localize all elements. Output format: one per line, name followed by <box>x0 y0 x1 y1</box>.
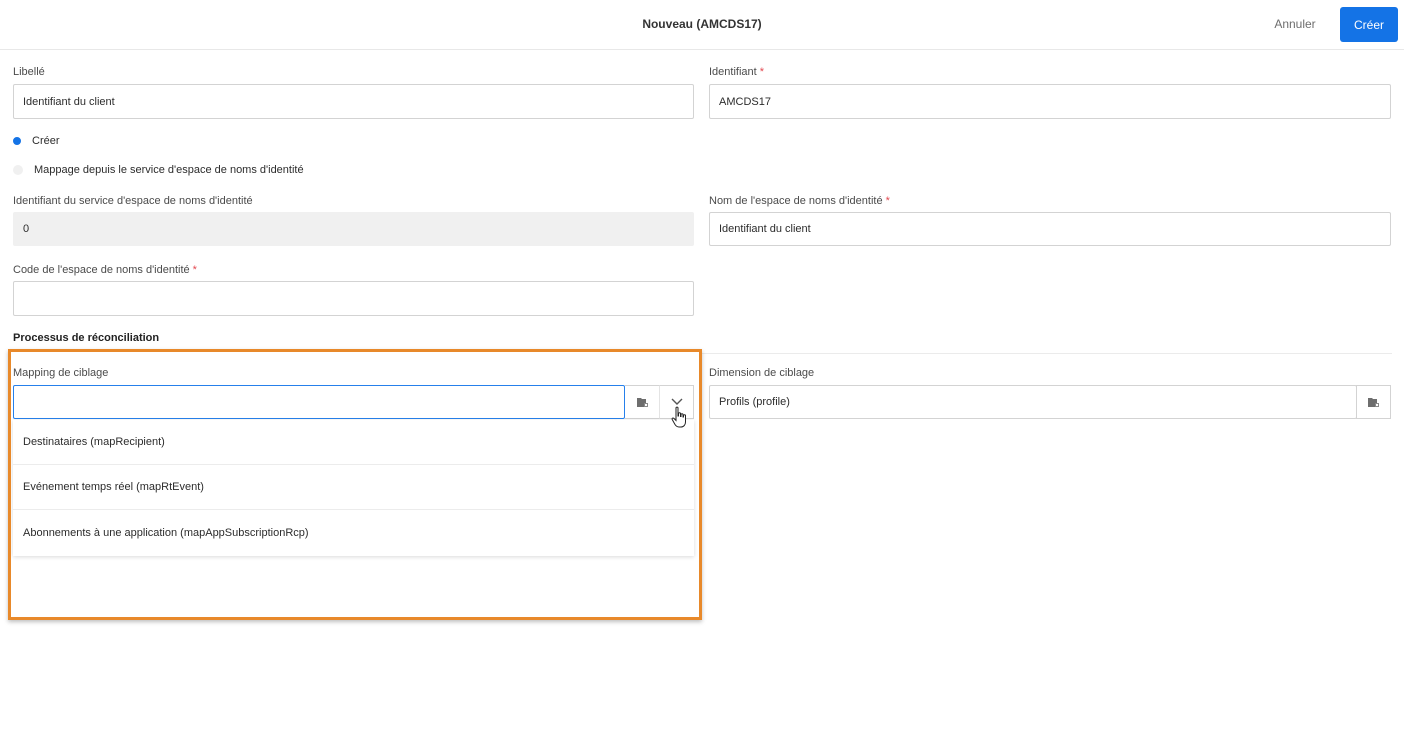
radio-mapping[interactable]: Mappage depuis le service d'espace de no… <box>13 164 304 176</box>
create-button[interactable]: Créer <box>1340 7 1398 42</box>
service-id-value: 0 <box>23 223 30 235</box>
top-bar: Nouveau (AMCDS17) Annuler Créer <box>0 0 1404 50</box>
namespace-name-label: Nom de l'espace de noms d'identité * <box>709 195 890 207</box>
radio-mapping-label: Mappage depuis le service d'espace de no… <box>34 164 304 176</box>
required-mark: * <box>759 66 764 78</box>
folder-icon <box>636 397 648 407</box>
namespace-name-value: Identifiant du client <box>719 223 811 235</box>
required-mark: * <box>885 195 890 207</box>
hand-cursor-icon <box>671 406 686 428</box>
radio-selected-icon <box>13 137 21 145</box>
radio-create[interactable]: Créer <box>13 135 60 147</box>
dimension-label: Dimension de ciblage <box>709 367 815 379</box>
mapping-dropdown-list: Destinataires (mapRecipient) Evénement t… <box>13 420 694 556</box>
namespace-name-input[interactable]: Identifiant du client <box>709 212 1391 246</box>
dimension-folder-button[interactable] <box>1356 385 1391 419</box>
mapping-label: Mapping de ciblage <box>13 367 109 379</box>
identifiant-input[interactable]: AMCDS17 <box>709 84 1391 119</box>
page-title: Nouveau (AMCDS17) <box>642 17 762 31</box>
service-id-label: Identifiant du service d'espace de noms … <box>13 195 253 207</box>
cancel-button[interactable]: Annuler <box>1264 17 1326 31</box>
section-title: Processus de réconciliation <box>13 332 160 344</box>
section-divider <box>700 353 1392 354</box>
dimension-value: Profils (profile) <box>719 396 790 408</box>
libelle-label: Libellé <box>13 66 45 78</box>
service-id-input: 0 <box>13 212 694 246</box>
namespace-code-input[interactable] <box>13 281 694 316</box>
dropdown-option[interactable]: Evénement temps réel (mapRtEvent) <box>13 465 694 510</box>
libelle-input[interactable]: Identifiant du client <box>13 84 694 119</box>
dropdown-option[interactable]: Destinataires (mapRecipient) <box>13 420 694 465</box>
namespace-code-label-text: Code de l'espace de noms d'identité <box>13 264 190 276</box>
mapping-folder-button[interactable] <box>625 385 659 419</box>
radio-unselected-icon <box>13 165 23 175</box>
required-mark: * <box>192 264 197 276</box>
namespace-code-label: Code de l'espace de noms d'identité * <box>13 264 197 276</box>
identifiant-label-text: Identifiant <box>709 66 757 78</box>
radio-create-label: Créer <box>32 135 60 147</box>
libelle-value: Identifiant du client <box>23 95 115 108</box>
dropdown-option[interactable]: Abonnements à une application (mapAppSub… <box>13 510 694 555</box>
folder-icon <box>1368 397 1379 407</box>
chevron-down-icon <box>671 398 682 405</box>
mapping-input[interactable] <box>13 385 625 419</box>
identifiant-value: AMCDS17 <box>719 95 771 108</box>
dimension-input[interactable]: Profils (profile) <box>709 385 1357 419</box>
namespace-name-label-text: Nom de l'espace de noms d'identité <box>709 195 883 207</box>
identifiant-label: Identifiant * <box>709 66 764 78</box>
